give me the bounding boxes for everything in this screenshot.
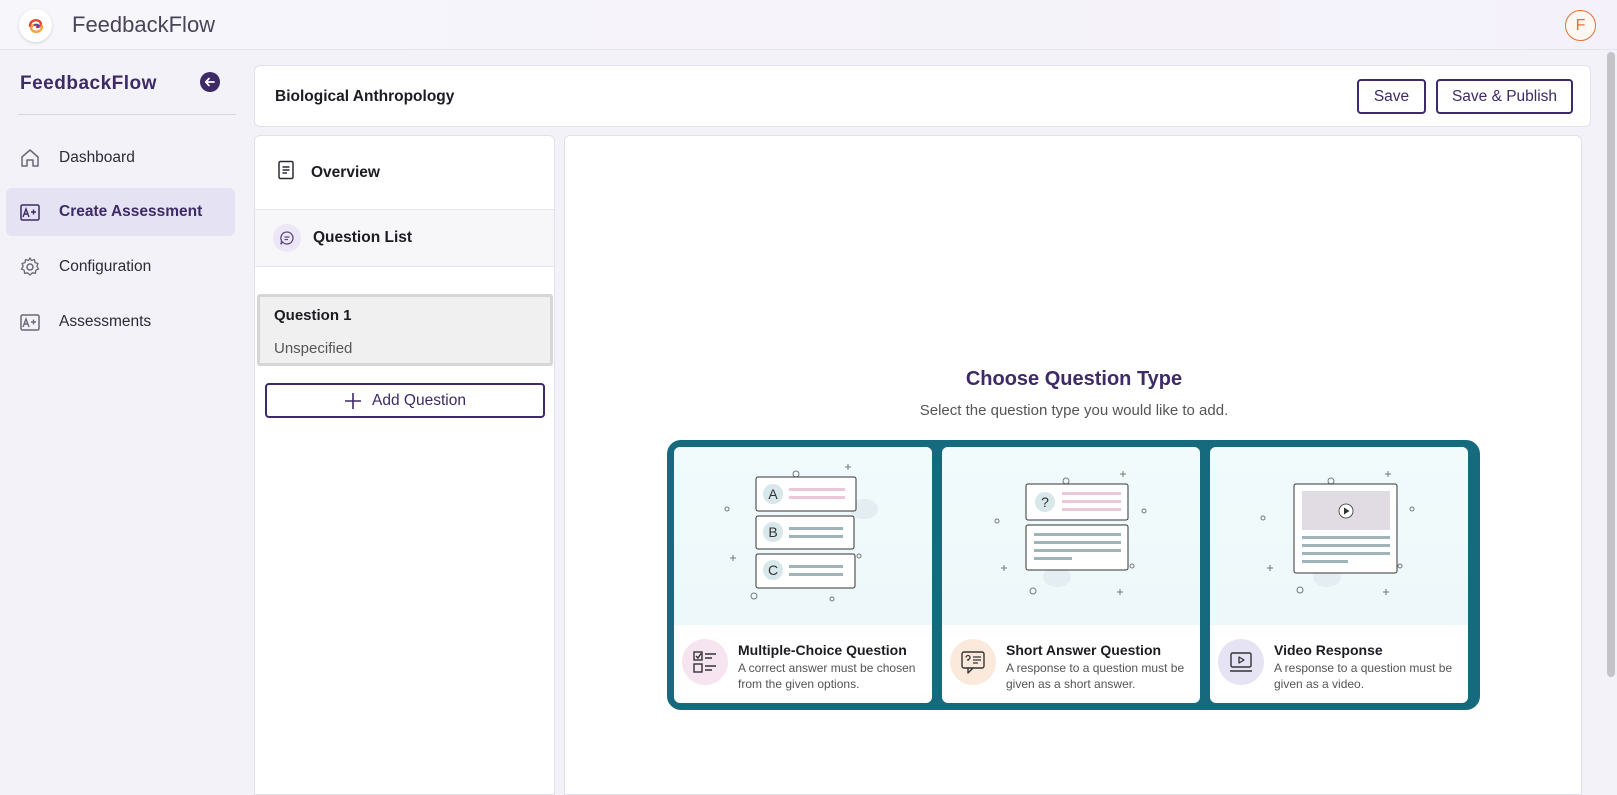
question-type-short-answer[interactable]: ? Short Answer Question A response to a … [942, 447, 1200, 703]
assessment-title: Biological Anthropology [275, 88, 455, 105]
sidebar-item-label: Dashboard [59, 149, 135, 166]
question-mark: ? [1041, 494, 1049, 510]
collapse-sidebar-button[interactable] [200, 72, 220, 92]
video-response-illustration [1210, 447, 1468, 625]
sidebar-item-configuration[interactable]: Configuration [6, 243, 235, 291]
checklist-icon [682, 639, 728, 685]
question-type-video-response[interactable]: Video Response A response to a question … [1210, 447, 1468, 703]
question-list-label: Question List [313, 229, 413, 246]
question-title: Question 1 [274, 307, 352, 324]
overview-label: Overview [311, 163, 380, 181]
question-type-multiple-choice[interactable]: A B C Multiple-Choice Question A correct… [674, 447, 932, 703]
gear-icon [18, 255, 42, 279]
sidebar-item-create-assessment[interactable]: Create Assessment [6, 188, 235, 236]
home-icon [18, 146, 42, 170]
assessment-header: Biological Anthropology Save Save & Publ… [254, 65, 1591, 127]
sidebar-item-label: Configuration [59, 258, 152, 275]
arrow-left-icon [204, 77, 215, 87]
sidebar-item-assessments[interactable]: Assessments [6, 298, 235, 346]
add-question-label: Add Question [372, 391, 466, 409]
sidebar-divider [18, 114, 236, 115]
add-question-button[interactable]: Add Question [265, 383, 545, 418]
page-scrollbar-thumb[interactable] [1607, 52, 1615, 677]
user-avatar[interactable]: F [1565, 10, 1596, 41]
question-editor-panel: Choose Question Type Select the question… [564, 135, 1582, 795]
app-logo-icon[interactable] [19, 9, 52, 42]
option-letter: C [768, 562, 778, 578]
question-type-name: Multiple-Choice Question [738, 642, 907, 658]
sidebar: FeedbackFlow Dashboard Create Assessment… [0, 50, 240, 795]
choose-question-type-subtitle: Select the question type you would like … [919, 402, 1229, 419]
question-list-item[interactable]: Question 1 Unspecified [257, 294, 553, 366]
question-type-description: A response to a question must be given a… [1274, 661, 1453, 691]
choose-question-type-title: Choose Question Type [965, 368, 1183, 390]
top-bar: FeedbackFlow F [0, 0, 1617, 50]
question-type-name: Video Response [1274, 642, 1383, 658]
sidebar-brand: FeedbackFlow [20, 73, 157, 94]
overview-tab[interactable]: Overview [255, 136, 554, 210]
question-type-label: Unspecified [274, 340, 353, 357]
question-type-name: Short Answer Question [1006, 642, 1162, 658]
assessment-plus-icon [18, 200, 42, 224]
sidebar-item-dashboard[interactable]: Dashboard [6, 134, 235, 182]
multiple-choice-illustration: A B C [674, 447, 932, 625]
question-list-tab[interactable]: Question List [255, 210, 554, 267]
short-answer-illustration: ? [942, 447, 1200, 625]
question-type-description: A correct answer must be chosen from the… [738, 661, 916, 691]
document-icon [277, 160, 295, 185]
save-button[interactable]: Save [1357, 79, 1426, 114]
question-type-options: A B C Multiple-Choice Question A correct… [667, 440, 1480, 710]
speech-bubble-icon [950, 639, 996, 685]
option-letter: A [768, 486, 778, 502]
video-icon [1218, 639, 1264, 685]
plus-icon [344, 392, 362, 410]
question-type-description: A response to a question must be given a… [1006, 661, 1185, 691]
save-publish-button[interactable]: Save & Publish [1436, 79, 1573, 114]
sidebar-item-label: Assessments [59, 313, 152, 330]
option-letter: B [768, 524, 777, 540]
question-navigation-panel: Overview Question List Question 1 Unspec… [254, 135, 555, 795]
app-title: FeedbackFlow [72, 12, 216, 37]
sidebar-item-label: Create Assessment [59, 203, 203, 220]
chat-icon [273, 224, 301, 252]
assessment-plus-icon [18, 310, 42, 334]
